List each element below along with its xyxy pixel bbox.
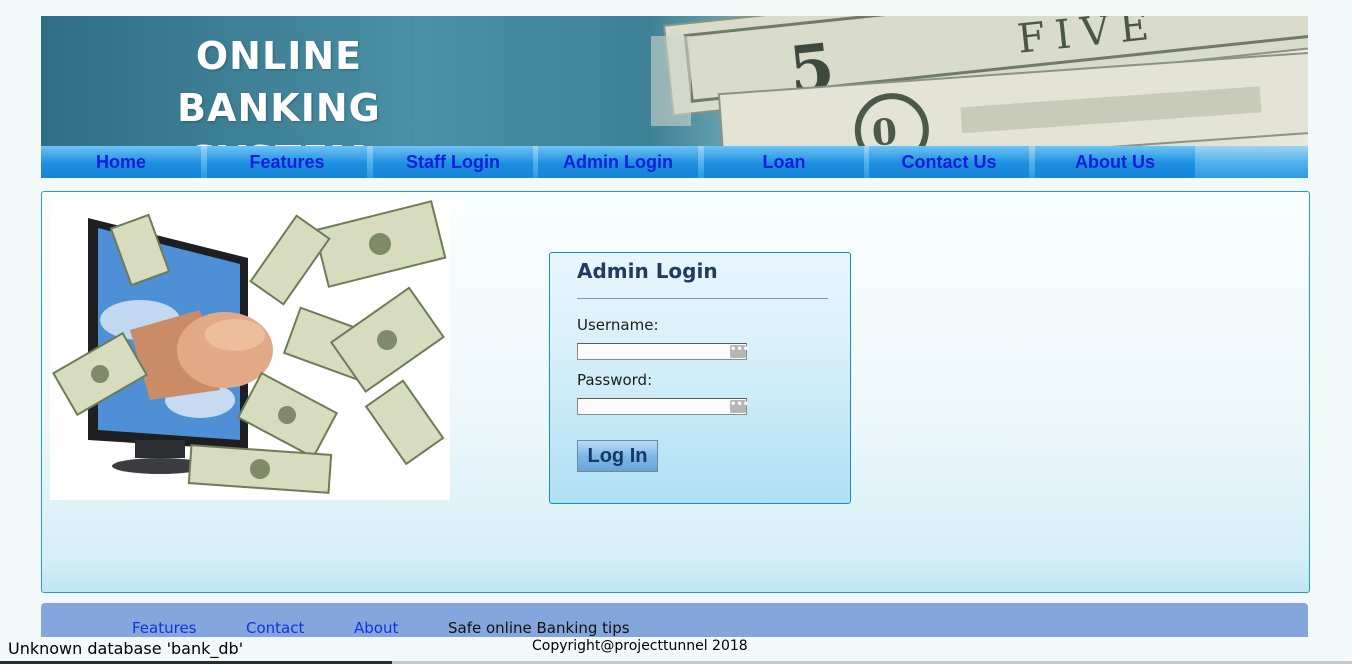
username-label: Username: (577, 316, 659, 334)
database-error-message: Unknown database 'bank_db' (8, 639, 244, 658)
nav-about-us[interactable]: About Us (1035, 146, 1195, 178)
password-manager-key-icon[interactable]: ••• (730, 345, 749, 358)
password-manager-key-icon[interactable]: ••• (730, 400, 749, 413)
svg-text:0: 0 (871, 111, 899, 146)
main-nav: Home Features Staff Login Admin Login Lo… (41, 146, 1308, 178)
nav-features[interactable]: Features (207, 146, 367, 178)
login-divider (577, 298, 828, 299)
site-title-line1: ONLINE BANKING (177, 34, 381, 130)
username-input[interactable] (577, 343, 747, 360)
password-label: Password: (577, 371, 653, 389)
main-content: Admin Login Username: ••• Password: ••• … (41, 191, 1310, 593)
admin-login-form: Admin Login Username: ••• Password: ••• … (549, 252, 851, 504)
footer-link-features[interactable]: Features (132, 619, 197, 637)
nav-staff-login[interactable]: Staff Login (373, 146, 533, 178)
copyright-text: Copyright@projecttunnel 2018 (532, 638, 748, 654)
nav-admin-login[interactable]: Admin Login (538, 146, 698, 178)
login-button[interactable]: Log In (577, 440, 658, 472)
nav-loan[interactable]: Loan (704, 146, 864, 178)
login-title: Admin Login (577, 259, 718, 283)
site-title-line2: SYSTEM (89, 134, 469, 146)
nav-contact-us[interactable]: Contact Us (869, 146, 1029, 178)
footer-link-about[interactable]: About (354, 619, 398, 637)
hero-image (50, 200, 450, 500)
footer-link-contact[interactable]: Contact (246, 619, 304, 637)
site-title: ONLINE BANKING SYSTEM (89, 30, 469, 146)
footer: Features Contact About Safe online Banki… (41, 603, 1308, 637)
footer-tips: Safe online Banking tips (448, 619, 630, 637)
banner-money-image: 5 FIVE 0 (651, 16, 1308, 146)
password-input[interactable] (577, 398, 747, 415)
nav-home[interactable]: Home (41, 146, 201, 178)
site-banner: ONLINE BANKING SYSTEM 5 FIVE 0 (41, 16, 1308, 146)
